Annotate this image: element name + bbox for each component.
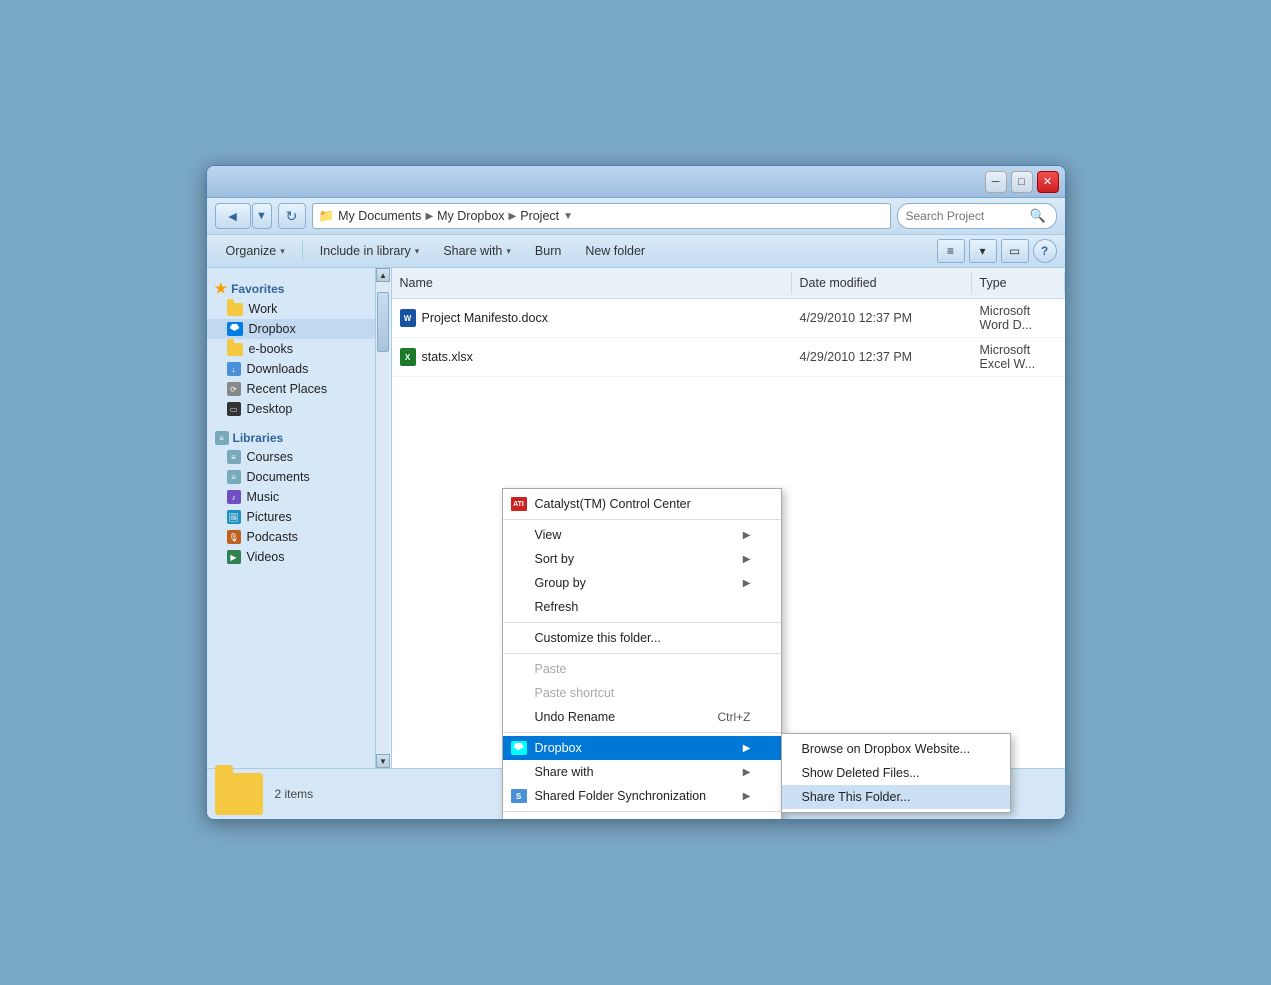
close-button[interactable]: ✕ (1037, 171, 1059, 193)
ctx-item-sortby[interactable]: Sort by ▶ (503, 547, 781, 571)
path-part-2[interactable]: My Dropbox (437, 209, 504, 223)
path-separator-1: ▶ (425, 211, 433, 222)
path-part-3[interactable]: Project (520, 209, 559, 223)
ctx-shared-sync-label: Shared Folder Synchronization (535, 789, 707, 803)
ctx-view-arrow: ▶ (743, 530, 751, 541)
search-icon[interactable]: 🔍 (1030, 208, 1046, 224)
ctx-ati-label: Catalyst(TM) Control Center (535, 497, 691, 511)
dropbox-submenu: Browse on Dropbox Website... Show Delete… (781, 733, 1011, 813)
title-bar: ─ □ ✕ (207, 166, 1065, 198)
burn-label: Burn (535, 244, 561, 258)
folder-thumbnail (215, 773, 263, 815)
new-folder-button[interactable]: New folder (574, 240, 656, 262)
context-menu-overlay: ATI Catalyst(TM) Control Center View ▶ S… (207, 268, 1065, 768)
ctx-sep-5 (503, 811, 781, 812)
ctx-item-ati[interactable]: ATI Catalyst(TM) Control Center (503, 492, 781, 516)
view-dropdown-button[interactable]: ▾ (969, 239, 997, 263)
ctx-shared-sync-arrow: ▶ (743, 791, 751, 802)
ctx-refresh-label: Refresh (535, 600, 579, 614)
ctx-item-dropbox[interactable]: Dropbox ▶ Browse on Dropbox Website... S… (503, 736, 781, 760)
ctx-item-paste-shortcut: Paste shortcut (503, 681, 781, 705)
ctx-item-share-with[interactable]: Share with ▶ (503, 760, 781, 784)
ctx-sep-2 (503, 622, 781, 623)
ctx-undo-label: Undo Rename (535, 710, 616, 724)
submenu-item-browse[interactable]: Browse on Dropbox Website... (782, 737, 1010, 761)
include-library-label: Include in library (320, 244, 411, 258)
minimize-button[interactable]: ─ (985, 171, 1007, 193)
ctx-view-label: View (535, 528, 562, 542)
path-dropdown[interactable]: ▼ (563, 211, 573, 222)
ctx-sortby-arrow: ▶ (743, 554, 751, 565)
organize-dropdown-icon: ▾ (280, 246, 285, 257)
include-library-dropdown-icon: ▾ (415, 246, 420, 257)
toolbar: Organize ▾ Include in library ▾ Share wi… (207, 235, 1065, 268)
ctx-item-groupby[interactable]: Group by ▶ (503, 571, 781, 595)
address-path[interactable]: 📁 My Documents ▶ My Dropbox ▶ Project ▼ (312, 203, 891, 229)
context-menu: ATI Catalyst(TM) Control Center View ▶ S… (502, 488, 782, 820)
ctx-item-refresh[interactable]: Refresh (503, 595, 781, 619)
dropdown-button[interactable]: ▼ (252, 203, 272, 229)
search-box[interactable]: 🔍 (897, 203, 1057, 229)
share-with-button[interactable]: Share with ▾ (432, 240, 522, 262)
submenu-item-deleted[interactable]: Show Deleted Files... (782, 761, 1010, 785)
organize-label: Organize (226, 244, 277, 258)
panel-toggle-button[interactable]: ▭ (1001, 239, 1029, 263)
ctx-item-customize[interactable]: Customize this folder... (503, 626, 781, 650)
ctx-item-view[interactable]: View ▶ (503, 523, 781, 547)
ctx-sep-4 (503, 732, 781, 733)
ctx-sep-1 (503, 519, 781, 520)
toolbar-right: ≡ ▾ ▭ ? (937, 239, 1057, 263)
ctx-groupby-label: Group by (535, 576, 586, 590)
toolbar-sep-1 (302, 241, 303, 261)
ctx-dropbox-label: Dropbox (535, 741, 582, 755)
help-button[interactable]: ? (1033, 239, 1057, 263)
ctx-item-shared-sync[interactable]: S Shared Folder Synchronization ▶ (503, 784, 781, 808)
maximize-button[interactable]: □ (1011, 171, 1033, 193)
folder-icon: 📁 (319, 209, 335, 224)
ati-icon: ATI (511, 496, 527, 512)
share-with-label: Share with (443, 244, 502, 258)
ctx-sep-3 (503, 653, 781, 654)
new-folder-label: New folder (585, 244, 645, 258)
main-content: ★ Favorites Work Dropbox e-books (207, 268, 1065, 768)
ctx-share-with-arrow: ▶ (743, 767, 751, 778)
submenu-item-share-folder[interactable]: Share This Folder... (782, 785, 1010, 809)
ctx-undo-shortcut: Ctrl+Z (718, 710, 751, 724)
search-input[interactable] (906, 209, 1026, 223)
view-options-button[interactable]: ≡ (937, 239, 965, 263)
shared-sync-icon: S (511, 788, 527, 804)
ctx-paste-shortcut-label: Paste shortcut (535, 686, 615, 700)
ctx-customize-label: Customize this folder... (535, 631, 661, 645)
ctx-paste-label: Paste (535, 662, 567, 676)
ctx-sortby-label: Sort by (535, 552, 575, 566)
item-count: 2 items (275, 787, 314, 801)
window-controls: ─ □ ✕ (985, 171, 1059, 193)
burn-button[interactable]: Burn (524, 240, 572, 262)
ctx-share-with-label: Share with (535, 765, 594, 779)
ctx-dropbox-arrow: ▶ (743, 743, 751, 754)
ctx-groupby-arrow: ▶ (743, 578, 751, 589)
refresh-button[interactable]: ↻ (278, 203, 306, 229)
ctx-item-undo-rename[interactable]: Undo Rename Ctrl+Z (503, 705, 781, 729)
back-button[interactable]: ◄ (215, 203, 251, 229)
organize-button[interactable]: Organize ▾ (215, 240, 296, 262)
path-part-1[interactable]: My Documents (338, 209, 421, 223)
dropbox-ctx-icon (511, 740, 527, 756)
ctx-item-new[interactable]: New ▶ (503, 815, 781, 820)
ctx-item-paste: Paste (503, 657, 781, 681)
share-with-dropdown-icon: ▾ (506, 246, 511, 257)
path-separator-2: ▶ (509, 211, 517, 222)
include-library-button[interactable]: Include in library ▾ (309, 240, 431, 262)
address-bar: ◄ ▼ ↻ 📁 My Documents ▶ My Dropbox ▶ Proj… (207, 198, 1065, 235)
